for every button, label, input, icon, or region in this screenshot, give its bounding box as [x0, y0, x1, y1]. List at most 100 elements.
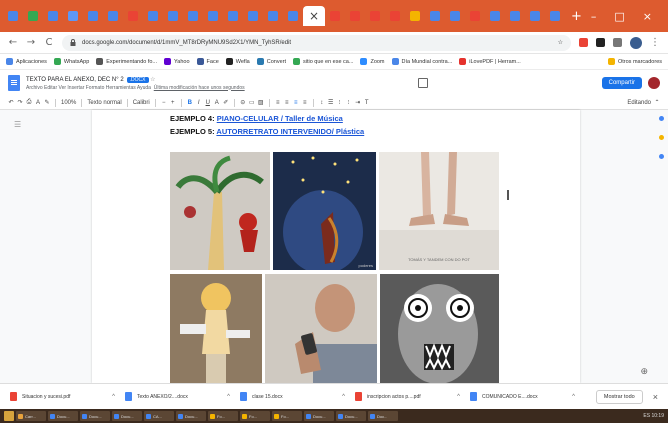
align-left-icon[interactable]: ≡ — [275, 100, 281, 106]
explore-icon[interactable]: ⊕ — [640, 366, 648, 377]
align-center-icon[interactable]: ≡ — [284, 100, 290, 106]
bookmark-item[interactable]: WhatsApp — [53, 58, 89, 65]
taskbar-item[interactable]: Docu... — [336, 411, 366, 421]
download-item[interactable]: inscripcion actos p....pdf ^ — [355, 392, 470, 401]
photo-paper-piano[interactable] — [170, 152, 270, 270]
photo-intervened-portrait[interactable] — [380, 274, 499, 383]
underline-button[interactable]: U — [205, 100, 211, 106]
browser-tab[interactable] — [124, 6, 142, 26]
show-all-downloads-button[interactable]: Mostrar todo — [595, 389, 643, 404]
close-downloads-icon[interactable]: × — [653, 392, 658, 402]
paint-format-icon[interactable]: ✎ — [44, 99, 50, 106]
minimize-button[interactable]: – — [591, 10, 597, 23]
taskbar-item[interactable]: Docu... — [112, 411, 142, 421]
collapse-menu-icon[interactable]: ⌃ — [654, 99, 660, 106]
browser-tab[interactable] — [164, 6, 182, 26]
photo-man-with-phone[interactable] — [265, 274, 377, 383]
active-tab[interactable]: × — [303, 6, 325, 26]
taskbar-item[interactable]: Doc... — [368, 411, 398, 421]
bookmark-item[interactable]: Aplicaciones — [6, 58, 47, 65]
maximize-button[interactable]: □ — [614, 10, 624, 23]
bookmark-item[interactable]: Yahoo — [164, 58, 190, 65]
browser-tab[interactable] — [24, 6, 42, 26]
browser-tab[interactable] — [446, 6, 464, 26]
browser-menu-icon[interactable]: ⋮ — [650, 37, 660, 48]
tasks-icon[interactable] — [658, 154, 664, 159]
forward-button[interactable]: → — [26, 37, 36, 48]
new-tab-button[interactable]: + — [571, 9, 582, 24]
browser-tab[interactable] — [204, 6, 222, 26]
bookmark-item[interactable]: Convert — [256, 58, 286, 65]
browser-tab[interactable] — [4, 6, 22, 26]
browser-tab[interactable] — [326, 6, 344, 26]
bold-button[interactable]: B — [187, 100, 193, 106]
download-item[interactable]: COMUNICADO E....docx ^ — [470, 392, 585, 401]
font-size-decrease[interactable]: − — [161, 100, 167, 106]
justify-icon[interactable]: ≡ — [302, 100, 308, 106]
taskbar-item[interactable]: Docu... — [304, 411, 334, 421]
keep-icon[interactable] — [658, 135, 664, 140]
calendar-icon[interactable] — [658, 116, 664, 121]
undo-icon[interactable]: ↶ — [8, 99, 14, 106]
browser-tab[interactable] — [386, 6, 404, 26]
chevron-up-icon[interactable]: ^ — [457, 394, 460, 400]
document-title[interactable]: TEXTO PARA EL ANEXO, DEC N° 2 — [26, 77, 124, 83]
browser-tab[interactable] — [84, 6, 102, 26]
start-button[interactable] — [4, 411, 14, 421]
star-icon[interactable]: ☆ — [150, 77, 155, 83]
numbered-list-icon[interactable]: ⁝ — [346, 99, 352, 106]
redo-icon[interactable]: ↷ — [17, 99, 23, 106]
browser-tab[interactable] — [466, 6, 484, 26]
example-4-link[interactable]: PIANO-CELULAR / Taller de Música — [217, 114, 343, 123]
browser-tab[interactable] — [244, 6, 262, 26]
browser-tab[interactable] — [486, 6, 504, 26]
extension-icon[interactable] — [596, 38, 605, 47]
download-item[interactable]: Texto ANEXO/2....docx ^ — [125, 392, 240, 401]
reload-button[interactable]: C — [44, 37, 54, 48]
taskbar-item[interactable]: Fo... — [272, 411, 302, 421]
back-button[interactable]: ← — [8, 37, 18, 48]
browser-tab[interactable] — [104, 6, 122, 26]
chevron-up-icon[interactable]: ^ — [227, 394, 230, 400]
example-5-link[interactable]: AUTORRETRATO INTERVENIDO/ Plástica — [216, 127, 364, 136]
taskbar-item[interactable]: Docu... — [48, 411, 78, 421]
image-icon[interactable]: ▨ — [258, 99, 264, 106]
highlight-icon[interactable]: ✐ — [223, 99, 229, 106]
star-icon[interactable]: ☆ — [558, 39, 563, 46]
browser-tab[interactable] — [346, 6, 364, 26]
comment-icon[interactable]: ▭ — [249, 99, 255, 106]
close-window-button[interactable]: × — [643, 10, 652, 23]
browser-tab[interactable] — [144, 6, 162, 26]
bookmark-item[interactable]: Día Mundial contra... — [391, 58, 452, 65]
link-icon[interactable]: ⊝ — [240, 99, 246, 106]
browser-tab[interactable] — [366, 6, 384, 26]
line-spacing-icon[interactable]: ↕ — [319, 100, 325, 106]
taskbar-item[interactable]: Fo... — [208, 411, 238, 421]
checklist-icon[interactable]: ☰ — [328, 99, 334, 106]
other-bookmarks[interactable]: Otros marcadores — [607, 58, 662, 65]
browser-tab[interactable] — [64, 6, 82, 26]
clear-format-icon[interactable]: T — [364, 100, 370, 106]
browser-tab[interactable] — [44, 6, 62, 26]
url-input[interactable]: docs.google.com/document/d/1mmV_MT8rDRyM… — [62, 34, 571, 51]
photo-night-sky[interactable]: poderes — [273, 152, 376, 270]
editing-mode-select[interactable]: Editando — [627, 100, 651, 106]
style-select[interactable]: Texto normal — [87, 100, 121, 106]
taskbar-item[interactable]: Docu... — [176, 411, 206, 421]
browser-tab[interactable] — [184, 6, 202, 26]
align-right-icon[interactable]: ≡ — [293, 100, 299, 106]
browser-tab[interactable] — [264, 6, 282, 26]
outline-icon[interactable]: ☰ — [14, 120, 21, 129]
browser-tab[interactable] — [546, 6, 564, 26]
close-tab-icon[interactable]: × — [309, 9, 319, 23]
bookmark-item[interactable]: Face — [196, 58, 219, 65]
italic-button[interactable]: I — [196, 100, 202, 106]
browser-tab[interactable] — [406, 6, 424, 26]
taskbar-item[interactable]: Docu... — [80, 411, 110, 421]
chevron-up-icon[interactable]: ^ — [112, 394, 115, 400]
browser-tab[interactable] — [224, 6, 242, 26]
comments-icon[interactable] — [418, 78, 429, 88]
profile-avatar[interactable] — [630, 36, 642, 49]
taskbar-item[interactable]: CA... — [144, 411, 174, 421]
text-color-icon[interactable]: A — [214, 100, 220, 106]
